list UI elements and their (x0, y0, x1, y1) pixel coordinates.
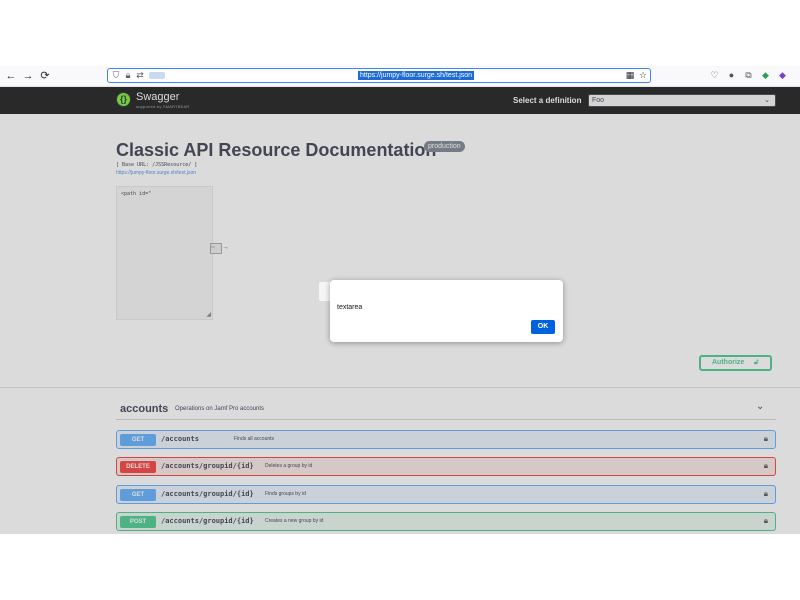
extension-icon[interactable]: ◆ (760, 70, 771, 81)
url-text[interactable]: https://jumpy-floor.surge.sh/test.json (358, 71, 475, 80)
url-bar[interactable]: ⛉ 🔒︎ ⇄ https://jumpy-floor.surge.sh/test… (107, 68, 651, 83)
ok-button[interactable]: OK (531, 320, 555, 334)
permissions-icon[interactable]: ⇄ (135, 70, 145, 81)
browser-toolbar: ← → ⟳ ⛉ 🔒︎ ⇄ https://jumpy-floor.surge.s… (0, 66, 800, 87)
back-arrow-icon[interactable]: ← (4, 69, 18, 83)
alert-dialog: textarea OK (330, 280, 563, 342)
reload-icon[interactable]: ⟳ (38, 69, 52, 83)
browser-window: ← → ⟳ ⛉ 🔒︎ ⇄ https://jumpy-floor.surge.s… (0, 66, 800, 534)
star-icon[interactable]: ☆ (638, 70, 648, 81)
shield-icon[interactable]: ⛉ (111, 70, 121, 81)
circle-icon[interactable]: ● (726, 70, 737, 81)
lock-icon[interactable]: 🔒︎ (123, 70, 133, 81)
pocket-icon[interactable]: ♡ (709, 70, 720, 81)
redacted-url-prefix (149, 72, 165, 79)
dialog-message: textarea (337, 304, 363, 311)
extension-icon-2[interactable]: ◆ (777, 70, 788, 81)
extensions-grid-icon[interactable]: ▦ (625, 70, 635, 81)
forward-arrow-icon[interactable]: → (21, 69, 35, 83)
puzzle-icon[interactable]: ⧉ (743, 70, 754, 81)
